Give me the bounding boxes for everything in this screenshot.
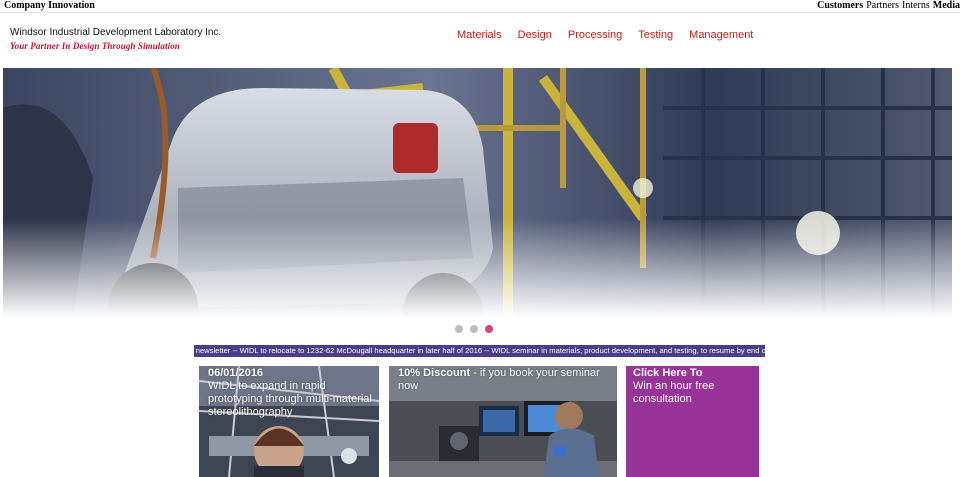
utility-links: Customers Partners Interns Media (814, 0, 960, 11)
utility-link-media[interactable]: Media (933, 0, 960, 11)
company-tagline: Your Partner In Design Through Simulatio… (10, 41, 180, 51)
carousel-dot-2[interactable] (470, 325, 478, 333)
news-card-prototyping[interactable]: 06/01/2016 WIDL to expand in rapid proto… (199, 366, 379, 477)
utility-link-interns[interactable]: Interns (902, 0, 930, 11)
nav-item-processing[interactable]: Processing (568, 29, 622, 41)
company-name: Windsor Industrial Development Laborator… (10, 27, 222, 38)
company-innovation-label: Company Innovation (4, 0, 95, 11)
cta-text: Win an hour free consultation (633, 380, 715, 405)
carousel-dots (455, 325, 493, 333)
nav-item-materials[interactable]: Materials (457, 29, 502, 41)
news-ticker-text: nical newsletter -- WIDL to relocate to … (194, 346, 765, 355)
cta-heading: Click Here To (633, 367, 703, 379)
nav-item-management[interactable]: Management (689, 29, 753, 41)
top-utility-bar: Company Innovation Customers Partners Inte… (0, 0, 960, 13)
nav-item-design[interactable]: Design (518, 29, 552, 41)
carousel-dot-1[interactable] (455, 325, 463, 333)
main-nav: Materials Design Processing Testing Mana… (457, 29, 753, 41)
seminar-discount-card[interactable]: 10% Discount - if you book your seminar … (389, 366, 617, 477)
utility-link-partners[interactable]: Partners (866, 0, 899, 11)
site-logo[interactable]: Windsor Industrial Development Laborator… (10, 27, 221, 52)
utility-link-customers[interactable]: Customers (817, 0, 863, 11)
carousel-dot-3-active[interactable] (485, 325, 493, 333)
free-consultation-card[interactable]: Click Here To Win an hour free consultat… (626, 366, 759, 477)
discount-heading: 10% Discount (398, 367, 471, 379)
nav-item-testing[interactable]: Testing (638, 29, 673, 41)
news-ticker: nical newsletter -- WIDL to relocate to … (194, 345, 765, 357)
hero-carousel-image (3, 68, 952, 318)
card-date: 06/01/2016 (208, 367, 264, 379)
card-headline: WIDL to expand in rapid prototyping thro… (208, 380, 372, 418)
